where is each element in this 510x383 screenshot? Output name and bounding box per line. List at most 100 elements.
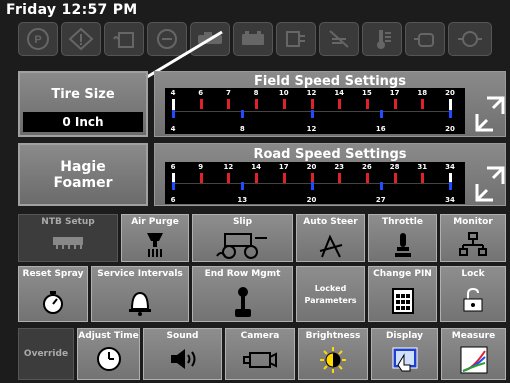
scale-tick: [365, 173, 369, 183]
scale-marker[interactable]: [172, 182, 175, 190]
auto-steer-button[interactable]: Auto Steer: [296, 214, 365, 262]
road-speed-strip: 6 9 12 14 17 20 23 26 28 31 34 6 13 20 27 34: [165, 162, 465, 204]
air-purge-icon: [147, 233, 163, 257]
scale-tick: [310, 99, 314, 109]
auto-steer-label: Auto Steer: [303, 217, 358, 227]
tire-size-label: Tire Size: [51, 87, 115, 102]
fuel-filter-icon: [276, 22, 316, 56]
adjust-time-label: Adjust Time: [78, 331, 139, 341]
tire-size-button[interactable]: Tire Size 0 Inch: [18, 71, 148, 137]
measure-button[interactable]: Measure: [441, 328, 506, 380]
lock-button[interactable]: Lock: [440, 266, 506, 322]
coolant-temp-icon: [362, 22, 402, 56]
graph-icon: [460, 346, 487, 374]
monitor-button[interactable]: Monitor: [440, 214, 506, 262]
field-speed-bottom-label: 4: [170, 125, 176, 133]
scale-marker[interactable]: [172, 110, 175, 118]
svg-text:P: P: [34, 34, 41, 46]
scale-marker[interactable]: [379, 110, 383, 118]
change-pin-button[interactable]: Change PIN: [368, 266, 437, 322]
scale-tick: [421, 173, 425, 183]
scale-marker[interactable]: [310, 182, 314, 190]
scale-tick: [393, 173, 397, 183]
engine-warning-icon: [448, 22, 492, 56]
throttle-icon: [394, 233, 411, 257]
joystick-icon: [234, 287, 251, 317]
unlocked-padlock-icon: [463, 287, 483, 312]
brightness-button[interactable]: Brightness: [298, 328, 368, 380]
service-intervals-label: Service Intervals: [97, 269, 183, 279]
keypad-icon: [391, 288, 414, 314]
machine-label-line2: Foamer: [53, 175, 113, 191]
scale-tick: [365, 99, 369, 109]
sun-icon: [320, 347, 346, 373]
locked-parameters-label: Locked Parameters: [304, 284, 357, 305]
field-speed-strip: 4 6 7 8 10 12 14 15 17 18 20 4 8 12 16 20: [165, 88, 465, 134]
road-speed-bottom-label: 6: [170, 196, 176, 204]
reset-stopwatch-icon: [43, 291, 63, 314]
road-speed-bottom-label: 27: [375, 196, 386, 204]
measure-label: Measure: [451, 331, 496, 341]
parking-brake-icon: P: [18, 22, 58, 56]
scale-marker[interactable]: [310, 110, 314, 118]
machine-config-button[interactable]: Hagie Foamer: [18, 143, 148, 206]
bell-icon: [129, 291, 151, 316]
lock-label: Lock: [461, 269, 485, 279]
throttle-button[interactable]: Throttle: [368, 214, 437, 262]
speaker-icon: [170, 349, 195, 369]
engine-icon: [405, 22, 445, 56]
scale-tick: [421, 99, 425, 109]
ntb-setup-label: NTB Setup: [41, 217, 95, 227]
road-speed-bottom-label: 20: [306, 196, 317, 204]
locked-parameters-button[interactable]: Locked Parameters: [296, 266, 365, 322]
scale-tick: [199, 173, 203, 183]
field-speed-bottom-label: 12: [306, 125, 317, 133]
display-button[interactable]: Display: [371, 328, 438, 380]
reset-spray-label: Reset Spray: [22, 269, 84, 279]
end-row-mgmt-button[interactable]: End Row Mgmt: [192, 266, 293, 322]
display-label: Display: [385, 331, 424, 341]
scale-tick: [199, 99, 203, 109]
adjust-time-button[interactable]: Adjust Time: [77, 328, 140, 380]
road-speed-bottom-label: 34: [445, 196, 455, 204]
ntb-setup-button[interactable]: NTB Setup: [18, 214, 118, 262]
scale-marker[interactable]: [241, 182, 245, 190]
clock: Friday 12:57 PM: [6, 2, 138, 18]
air-purge-button[interactable]: Air Purge: [121, 214, 189, 262]
scale-tick: [227, 173, 231, 183]
network-icon: [459, 232, 487, 256]
camera-button[interactable]: Camera: [225, 328, 295, 380]
air-filter-icon: [319, 22, 359, 56]
video-camera-icon: [243, 352, 277, 368]
scale-marker[interactable]: [241, 110, 245, 118]
field-speed-panel[interactable]: Field Speed Settings 4 6 7 8 10 12 14 15 17 18 20 …: [154, 71, 506, 137]
slip-button[interactable]: Slip: [192, 214, 293, 262]
scale-tick: [255, 99, 259, 109]
change-pin-label: Change PIN: [373, 269, 432, 279]
scale-marker[interactable]: [449, 182, 452, 190]
machine-label-line1: Hagie: [60, 159, 106, 175]
auto-steer-icon: [319, 234, 342, 258]
scale-tick: [282, 99, 286, 109]
field-speed-title: Field Speed Settings: [254, 74, 406, 89]
slip-label: Slip: [232, 217, 253, 227]
road-speed-panel[interactable]: Road Speed Settings 6 9 12 14 17 20 23 26 28 31 34…: [154, 143, 506, 206]
service-intervals-button[interactable]: Service Intervals: [91, 266, 189, 322]
scale-marker[interactable]: [379, 182, 383, 190]
expand-icon[interactable]: [473, 94, 509, 132]
battery-icon: [233, 22, 273, 56]
reset-spray-button[interactable]: Reset Spray: [18, 266, 88, 322]
slip-icon: [215, 233, 267, 259]
road-speed-bottom-label: 13: [237, 196, 248, 204]
scale-tick: [338, 99, 342, 109]
override-label: Override: [23, 349, 69, 359]
expand-icon[interactable]: [473, 164, 509, 202]
warning-triangle-icon: [61, 22, 101, 56]
scale-tick: [338, 173, 342, 183]
throttle-label: Throttle: [382, 217, 423, 227]
sound-button[interactable]: Sound: [143, 328, 222, 380]
clock-icon: [96, 347, 121, 371]
scale-marker[interactable]: [449, 110, 452, 118]
override-button[interactable]: Override: [18, 328, 74, 380]
field-speed-bottom-label: 16: [375, 125, 386, 133]
